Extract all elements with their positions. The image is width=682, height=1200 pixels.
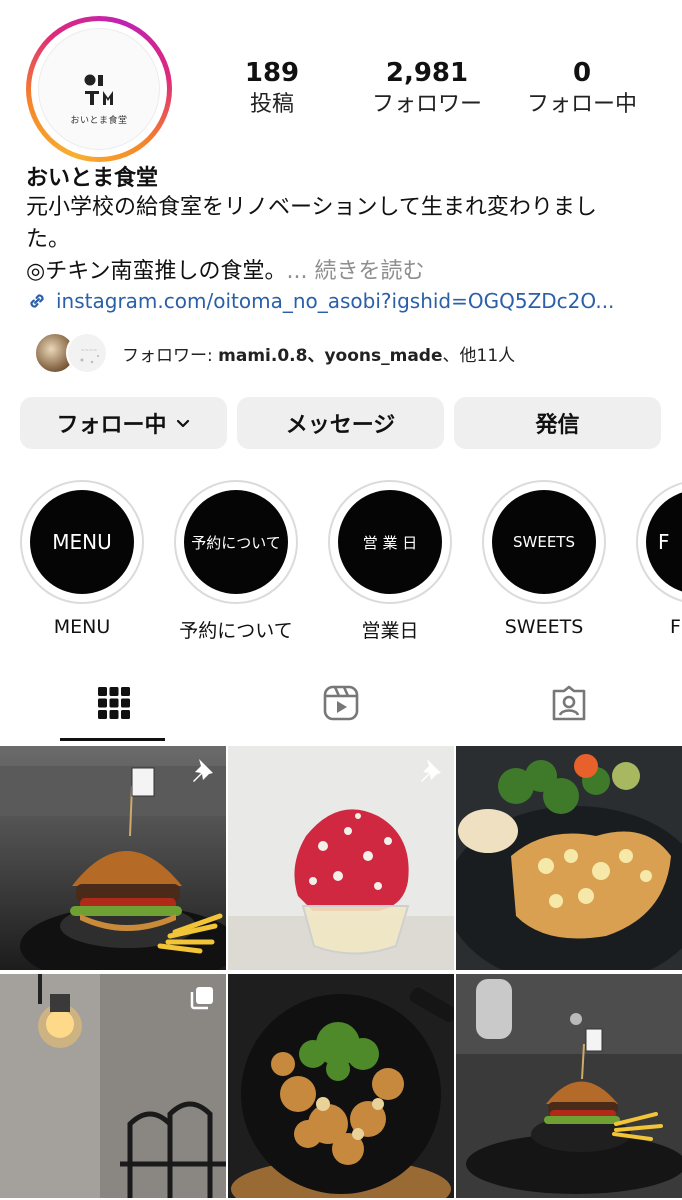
share-button[interactable]: 発信 — [454, 397, 661, 449]
post-thumbnail[interactable] — [456, 974, 682, 1198]
pork-skillet-photo — [228, 974, 454, 1198]
highlight-partial[interactable]: F F — [636, 480, 682, 638]
highlight-business-days[interactable]: 営 業 日 営業日 — [328, 480, 452, 643]
highlight-label: 営業日 — [361, 620, 419, 642]
highlight-cover: MENU — [30, 490, 134, 594]
post-thumbnail[interactable] — [456, 746, 682, 970]
followed-by-names: mami.0.8、yoons_made — [218, 345, 443, 366]
follower-avatar-art: ~~~~ — [80, 348, 99, 364]
highlight-reservation[interactable]: 予約について 予約について — [174, 480, 298, 643]
chevron-down-icon — [176, 419, 189, 428]
chicken-nanban-photo — [456, 746, 682, 970]
followed-by-row[interactable]: ~~~~ フォロワー: mami.0.8、yoons_made、他11人 — [34, 330, 515, 376]
highlight-sweets[interactable]: SWEETS SWEETS — [482, 480, 606, 638]
message-button[interactable]: メッセージ — [237, 397, 444, 449]
posts-label: 投稿 — [249, 92, 294, 117]
following-button-label: フォロー中 — [56, 413, 167, 438]
highlight-cover: 予約について — [184, 490, 288, 594]
highlight-label: MENU — [53, 616, 111, 638]
oitoma-logo-mark — [84, 74, 113, 105]
followed-by-suffix: 、他11人 — [442, 345, 516, 366]
post-grid — [0, 746, 682, 1200]
highlight-label: 予約について — [179, 620, 293, 642]
active-tab-indicator — [60, 738, 165, 741]
tagged-icon — [552, 685, 585, 721]
reels-icon — [323, 685, 358, 721]
profile-avatar: おいとま食堂 — [38, 28, 160, 150]
pin-icon — [421, 759, 441, 782]
highlight-label: SWEETS — [504, 616, 584, 638]
post-thumbnail[interactable] — [0, 974, 226, 1198]
svg-text:~~~~: ~~~~ — [81, 348, 98, 354]
following-count-stat[interactable]: 0 フォロー中 — [507, 58, 657, 122]
share-button-label: 発信 — [535, 413, 580, 438]
highlight-menu[interactable]: MENU MENU — [20, 480, 144, 638]
profile-link-text: instagram.com/oitoma_no_asobi?igshid=OGQ… — [56, 289, 615, 313]
bio-line: た。 — [26, 227, 71, 252]
multiple-photos-icon — [190, 987, 213, 1010]
following-count: 0 — [572, 58, 592, 88]
bio-line: 元小学校の給食室をリノベーションして生まれ変わりまし — [26, 195, 597, 220]
followers-count-stat[interactable]: 2,981 フォロワー — [352, 58, 502, 122]
followed-by-prefix: フォロワー: — [122, 345, 219, 366]
highlight-cover: 営 業 日 — [338, 490, 442, 594]
post-thumbnail[interactable] — [0, 746, 226, 970]
avatar-logo-text: おいとま食堂 — [70, 116, 128, 126]
highlight-label: F — [670, 616, 681, 638]
bio-more-link[interactable]: ... 続きを読む — [287, 259, 425, 284]
followers-label: フォロワー — [371, 92, 482, 117]
post-thumbnail[interactable] — [228, 974, 454, 1198]
following-label: フォロー中 — [526, 92, 637, 117]
tab-grid[interactable] — [0, 662, 227, 744]
profile-name: おいとま食堂 — [26, 166, 159, 191]
posts-count-stat[interactable]: 189 投稿 — [197, 58, 347, 122]
profile-avatar-story-ring[interactable]: おいとま食堂 — [26, 16, 172, 162]
tab-reels[interactable] — [227, 662, 454, 744]
grid-icon — [97, 687, 130, 719]
highlight-cover: F — [646, 490, 682, 594]
message-button-label: メッセージ — [285, 413, 396, 438]
highlight-cover: SWEETS — [492, 490, 596, 594]
link-icon — [30, 294, 44, 308]
tab-tagged[interactable] — [455, 662, 682, 744]
following-button[interactable]: フォロー中 — [20, 397, 227, 449]
followers-count: 2,981 — [385, 58, 469, 88]
burger-plate-photo — [456, 974, 682, 1198]
bio-line: ◎チキン南蛮推しの食堂。 — [26, 259, 287, 284]
posts-count: 189 — [244, 58, 300, 88]
profile-tabs — [0, 662, 682, 744]
followed-by-text: フォロワー: mami.0.8、yoons_made、他11人 — [122, 341, 515, 366]
pin-icon — [193, 759, 213, 782]
follower-avatar: ~~~~ — [66, 332, 108, 374]
post-thumbnail[interactable] — [228, 746, 454, 970]
profile-bio: 元小学校の給食室をリノベーションして生まれ変わりまし た。 ◎チキン南蛮推しの食… — [26, 192, 656, 288]
profile-website-link[interactable]: instagram.com/oitoma_no_asobi?igshid=OGQ… — [26, 289, 656, 313]
